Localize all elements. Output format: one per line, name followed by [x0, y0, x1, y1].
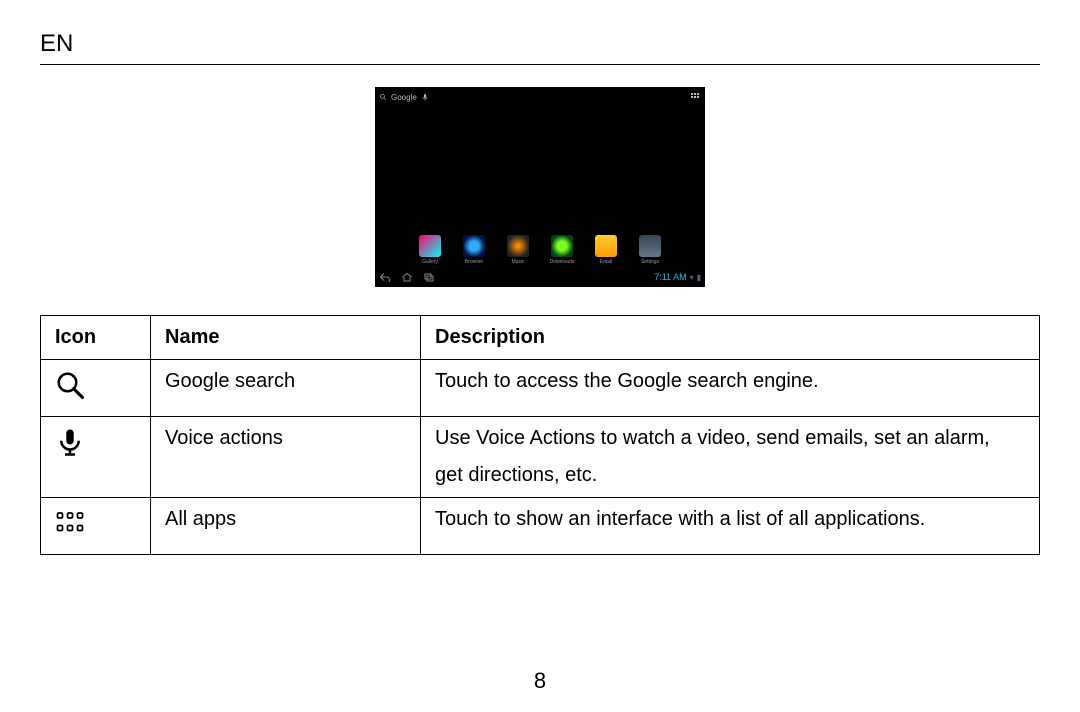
settings-icon — [639, 235, 661, 257]
dock-app-browser: Browser — [459, 235, 489, 265]
search-icon — [55, 370, 85, 400]
row-icon-cell — [41, 417, 151, 498]
row-icon-cell — [41, 360, 151, 417]
tablet-screenshot-container: Google Gallery Browser Music Downloads E… — [40, 87, 1040, 287]
dock-label: Gallery — [422, 259, 438, 265]
header-name: Name — [151, 316, 421, 360]
table-row: All apps Touch to show an interface with… — [41, 498, 1040, 555]
home-icon — [401, 272, 413, 282]
dock-app-gallery: Gallery — [415, 235, 445, 265]
row-name: Google search — [151, 360, 421, 417]
row-name: Voice actions — [151, 417, 421, 498]
table-row: Voice actions Use Voice Actions to watch… — [41, 417, 1040, 498]
dock-app-settings: Settings — [635, 235, 665, 265]
microphone-icon — [421, 93, 429, 101]
table-row: Google search Touch to access the Google… — [41, 360, 1040, 417]
description-text-line2: get directions, etc. — [435, 464, 1025, 487]
tablet-topbar: Google — [379, 90, 701, 104]
tablet-screenshot: Google Gallery Browser Music Downloads E… — [375, 87, 705, 287]
tablet-search-widget: Google — [379, 93, 429, 102]
dock-app-music: Music — [503, 235, 533, 265]
row-icon-cell — [41, 498, 151, 555]
tablet-clock: 7:11 AM ▾ ▮ — [654, 272, 701, 282]
status-wifi-icon: ▾ — [690, 273, 694, 282]
row-description: Touch to access the Google search engine… — [421, 360, 1040, 417]
header-icon: Icon — [41, 316, 151, 360]
dock-label: Email — [600, 259, 613, 265]
apps-grid-icon — [691, 93, 701, 101]
row-description: Touch to show an interface with a list o… — [421, 498, 1040, 555]
dock-label: Music — [511, 259, 524, 265]
table-header-row: Icon Name Description — [41, 316, 1040, 360]
downloads-icon — [551, 235, 573, 257]
dock-label: Settings — [641, 259, 659, 265]
dock-label: Downloads — [550, 259, 575, 265]
all-apps-icon — [55, 508, 85, 538]
clock-text: 7:11 AM — [654, 272, 686, 282]
tablet-navbar: 7:11 AM ▾ ▮ — [379, 269, 701, 285]
browser-icon — [463, 235, 485, 257]
music-icon — [507, 235, 529, 257]
row-description: Use Voice Actions to watch a video, send… — [421, 417, 1040, 498]
page-number: 8 — [0, 668, 1080, 694]
microphone-icon — [55, 427, 85, 457]
description-text: Use Voice Actions to watch a video, send… — [435, 427, 990, 449]
language-header: EN — [40, 30, 1040, 65]
dock-app-downloads: Downloads — [547, 235, 577, 265]
row-name: All apps — [151, 498, 421, 555]
dock-app-email: Email — [591, 235, 621, 265]
gallery-icon — [419, 235, 441, 257]
search-icon — [379, 93, 387, 101]
back-icon — [379, 272, 391, 282]
email-icon — [595, 235, 617, 257]
header-description: Description — [421, 316, 1040, 360]
icon-reference-table: Icon Name Description Google search Touc… — [40, 315, 1040, 555]
tablet-dock: Gallery Browser Music Downloads Email Se… — [375, 235, 705, 265]
status-battery-icon: ▮ — [697, 273, 701, 282]
dock-label: Browser — [465, 259, 483, 265]
tablet-search-label: Google — [391, 93, 417, 102]
recents-icon — [423, 272, 435, 282]
